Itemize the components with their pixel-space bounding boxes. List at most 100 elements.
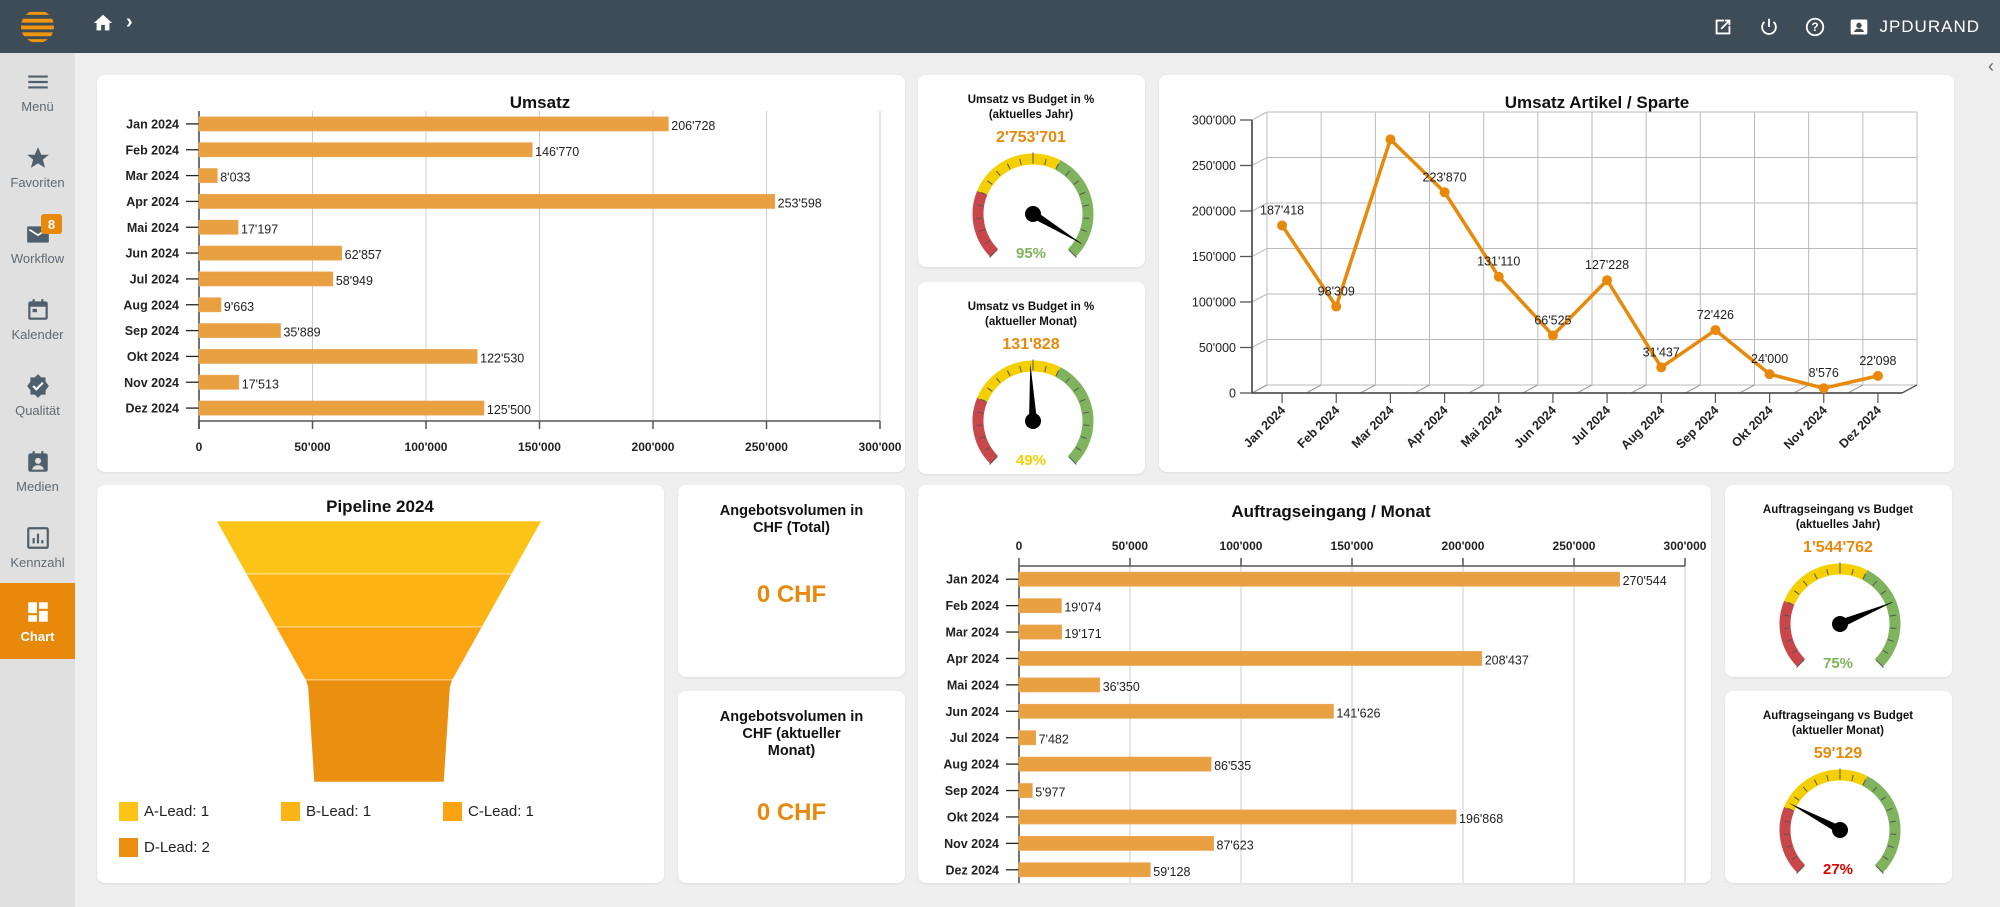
chart-title: Pipeline 2024 bbox=[326, 497, 434, 516]
floor-line bbox=[1847, 384, 1864, 394]
y-tick-label: Nov 2024 bbox=[124, 376, 179, 390]
umsatz-artikel-chart: Umsatz Artikel / Sparte 0 50'000 100'000 150… bbox=[1192, 93, 1918, 452]
sidebar-label: Medien bbox=[16, 478, 59, 494]
logo-icon[interactable] bbox=[20, 9, 55, 44]
y-tick-label: Mai 2024 bbox=[947, 678, 999, 692]
legend-item[interactable]: D-Lead: 2 bbox=[119, 838, 210, 857]
bar-label: 9'663 bbox=[224, 300, 254, 314]
kpi-title: Angebotsvolumen in bbox=[719, 709, 864, 725]
auftragseingang-chart: Auftragseingang / Monat 0 50'000 100'000 150… bbox=[943, 502, 1707, 883]
y-tick-label: Aug 2024 bbox=[943, 758, 999, 772]
bar-label: 8'033 bbox=[220, 171, 250, 185]
open-external-icon[interactable] bbox=[1711, 15, 1735, 39]
verified-icon bbox=[26, 373, 49, 398]
x-tick-label: Mai 2024 bbox=[1458, 403, 1505, 450]
sidebar-label: Qualität bbox=[15, 402, 60, 418]
breadcrumb-chevron-icon: › bbox=[126, 11, 133, 33]
floor-line bbox=[1522, 384, 1539, 394]
sidebar-item-workflow[interactable]: Workflow 8 bbox=[0, 205, 75, 281]
star-icon bbox=[26, 146, 49, 168]
gauge-band bbox=[972, 190, 999, 257]
data-label: 72'426 bbox=[1697, 308, 1734, 322]
y-tick-label: Sep 2024 bbox=[945, 784, 999, 798]
bar-label: 5'977 bbox=[1035, 786, 1065, 800]
gridline bbox=[1251, 248, 1268, 257]
sidebar-item-medien[interactable]: Medien bbox=[0, 433, 75, 509]
bar bbox=[1018, 835, 1214, 851]
bar bbox=[198, 116, 669, 132]
y-tick-label: Nov 2024 bbox=[944, 837, 999, 851]
y-tick-label: 250'000 bbox=[1192, 159, 1236, 173]
legend-item[interactable]: C-Lead: 1 bbox=[443, 802, 534, 821]
sidebar-item-favoriten[interactable]: Favoriten bbox=[0, 129, 75, 205]
gauge-card-umsatz-monat: Umsatz vs Budget in % (aktueller Monat) 13… bbox=[918, 282, 1145, 474]
gridline bbox=[1251, 157, 1268, 166]
data-label: 131'110 bbox=[1477, 255, 1520, 269]
bar bbox=[198, 374, 240, 390]
bar-label: 253'598 bbox=[778, 196, 822, 210]
bar-label: 59'128 bbox=[1153, 865, 1190, 879]
collapse-panel-icon[interactable]: ‹ bbox=[1988, 56, 1994, 77]
power-icon[interactable] bbox=[1757, 15, 1781, 39]
gauge-band bbox=[1055, 160, 1094, 257]
user-menu[interactable]: JPDURAND bbox=[1849, 17, 1980, 37]
bar bbox=[1018, 624, 1062, 640]
username: JPDURAND bbox=[1879, 16, 1980, 36]
sidebar-label: Chart bbox=[20, 628, 55, 644]
gauge-band bbox=[1779, 600, 1806, 667]
sidebar-item-menu[interactable]: Menü bbox=[0, 53, 75, 129]
gauge-card-auftrag-monat: Auftragseingang vs Budget (aktueller Mona… bbox=[1725, 691, 1952, 883]
legend-label: D-Lead: 2 bbox=[144, 839, 210, 856]
sidebar-label: Favoriten bbox=[10, 174, 65, 190]
gauge-title: Auftragseingang vs Budget bbox=[1763, 504, 1913, 516]
bar-label: 7'482 bbox=[1039, 733, 1069, 747]
gauge-percent: 49% bbox=[1016, 452, 1046, 469]
floor-line bbox=[1739, 384, 1755, 394]
gauge-title: Auftragseingang vs Budget bbox=[1763, 710, 1913, 722]
gauge: Auftragseingang vs Budget (aktueller Mona… bbox=[1763, 710, 1913, 878]
kpi-card-total: Angebotsvolumen in CHF (Total) 0 CHF bbox=[678, 485, 905, 677]
sidebar-label: Kennzahl bbox=[10, 554, 65, 570]
bar bbox=[1018, 730, 1037, 746]
legend-item[interactable]: A-Lead: 1 bbox=[119, 802, 209, 821]
bar bbox=[1018, 862, 1151, 878]
bar bbox=[198, 245, 343, 261]
bar-label: 62'857 bbox=[345, 248, 382, 262]
sidebar-label: Kalender bbox=[11, 326, 64, 342]
y-tick-label: Jul 2024 bbox=[130, 272, 179, 286]
x-tick-label: 100'000 bbox=[405, 440, 448, 454]
bar-label: 17'197 bbox=[241, 222, 278, 236]
gauge-band bbox=[1784, 563, 1868, 606]
bar-label: 122'530 bbox=[480, 351, 524, 365]
help-icon[interactable]: ? bbox=[1803, 15, 1827, 39]
sidebar-item-chart[interactable]: Chart bbox=[0, 583, 75, 659]
sidebar-item-kennzahl[interactable]: Kennzahl bbox=[0, 509, 75, 585]
sidebar-item-qualitaet[interactable]: Qualität bbox=[0, 357, 75, 433]
data-label: 22'098 bbox=[1859, 354, 1896, 368]
y-tick-label: Jan 2024 bbox=[946, 573, 999, 587]
legend-item[interactable]: B-Lead: 1 bbox=[281, 802, 371, 821]
x-tick-label: Apr 2024 bbox=[1403, 403, 1450, 450]
x-tick-label: Dez 2024 bbox=[1836, 403, 1884, 451]
data-label: 98'309 bbox=[1318, 285, 1355, 299]
pipeline-card: Pipeline 2024 A-Lead: 1 B-Lead: 1 C-Lead: … bbox=[97, 485, 664, 883]
bar-label: 208'437 bbox=[1485, 653, 1529, 667]
floor-line bbox=[1414, 384, 1430, 394]
chart-title: Umsatz Artikel / Sparte bbox=[1505, 93, 1690, 112]
floor-line bbox=[1468, 384, 1484, 394]
x-tick-label: 50'000 bbox=[1112, 539, 1149, 553]
data-point bbox=[1872, 370, 1883, 381]
gauge: Umsatz vs Budget in % (aktuelles Jahr) 2'7… bbox=[968, 94, 1095, 262]
bar bbox=[1018, 703, 1334, 719]
gauge-band bbox=[1055, 367, 1094, 464]
home-icon[interactable] bbox=[92, 12, 114, 34]
bar-chart-icon bbox=[26, 526, 49, 549]
bar-label: 125'500 bbox=[487, 403, 531, 417]
bar bbox=[1018, 809, 1457, 825]
x-tick-label: 100'000 bbox=[1220, 539, 1263, 553]
data-label: 66'525 bbox=[1534, 313, 1571, 327]
sidebar-item-kalender[interactable]: Kalender bbox=[0, 281, 75, 357]
gauge-title: (aktueller Monat) bbox=[1792, 725, 1884, 737]
x-tick-label: Jun 2024 bbox=[1511, 403, 1559, 451]
gridline bbox=[1251, 293, 1268, 303]
